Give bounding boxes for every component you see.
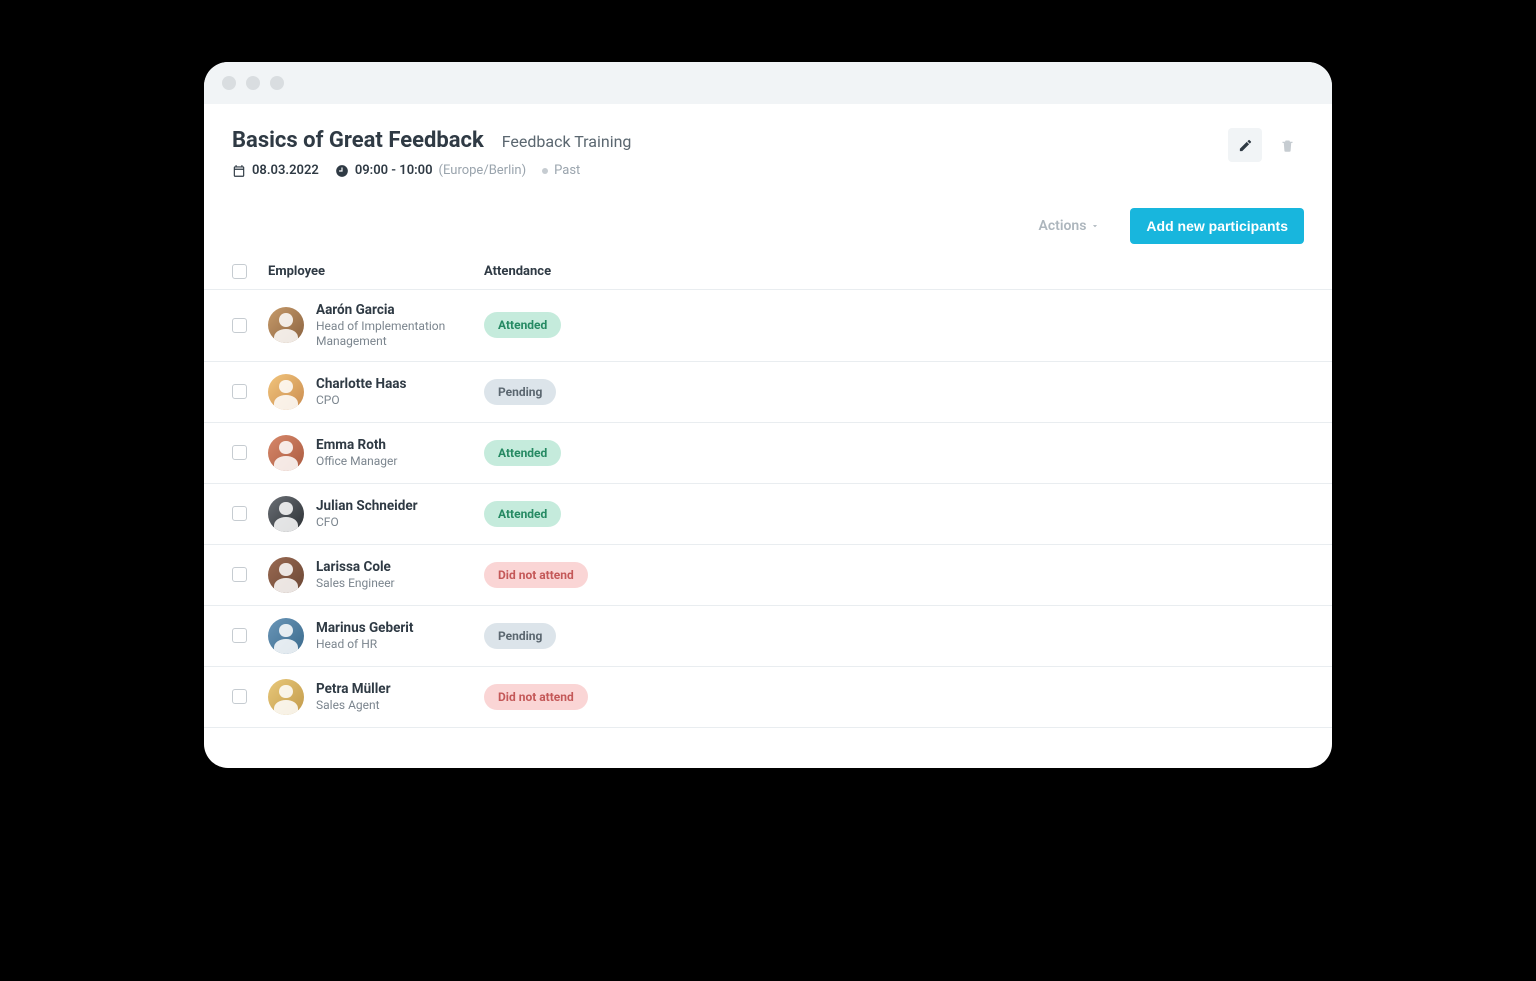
attendance-badge: Did not attend bbox=[484, 684, 588, 710]
employee-name: Larissa Cole bbox=[316, 559, 395, 576]
meta-date-value: 08.03.2022 bbox=[252, 163, 319, 178]
table-row: Julian SchneiderCFOAttended bbox=[204, 484, 1332, 545]
attendance-badge: Attended bbox=[484, 312, 561, 338]
attendance-badge: Attended bbox=[484, 501, 561, 527]
calendar-icon bbox=[232, 164, 246, 178]
employee-name: Aarón Garcia bbox=[316, 302, 484, 319]
column-header-attendance: Attendance bbox=[484, 264, 1304, 279]
meta-status-value: Past bbox=[554, 163, 580, 178]
delete-button[interactable] bbox=[1270, 128, 1304, 162]
employee-role: Sales Engineer bbox=[316, 576, 395, 591]
avatar bbox=[268, 618, 304, 654]
pencil-icon bbox=[1238, 138, 1253, 153]
meta-date: 08.03.2022 bbox=[232, 163, 319, 178]
window-control-close[interactable] bbox=[222, 76, 236, 90]
employee-name: Petra Müller bbox=[316, 681, 391, 698]
table-row: Charlotte HaasCPOPending bbox=[204, 362, 1332, 423]
employee-cell: Charlotte HaasCPO bbox=[268, 374, 484, 410]
content-area: Basics of Great Feedback Feedback Traini… bbox=[204, 104, 1332, 768]
add-participants-button[interactable]: Add new participants bbox=[1130, 208, 1304, 244]
employee-cell: Marinus GeberitHead of HR bbox=[268, 618, 484, 654]
edit-button[interactable] bbox=[1228, 128, 1262, 162]
table-row: Petra MüllerSales AgentDid not attend bbox=[204, 667, 1332, 728]
meta-status: Past bbox=[542, 163, 580, 178]
table-row: Marinus GeberitHead of HRPending bbox=[204, 606, 1332, 667]
employee-role: Head of HR bbox=[316, 637, 413, 652]
avatar bbox=[268, 435, 304, 471]
employee-name: Emma Roth bbox=[316, 437, 397, 454]
window-titlebar bbox=[204, 62, 1332, 104]
meta-time: 09:00 - 10:00 (Europe/Berlin) bbox=[335, 163, 526, 178]
actions-dropdown-label: Actions bbox=[1038, 218, 1086, 234]
page-header: Basics of Great Feedback Feedback Traini… bbox=[204, 128, 1332, 178]
row-checkbox[interactable] bbox=[232, 384, 247, 399]
employee-role: Sales Agent bbox=[316, 698, 391, 713]
avatar bbox=[268, 679, 304, 715]
row-checkbox[interactable] bbox=[232, 567, 247, 582]
page-subtitle: Feedback Training bbox=[502, 132, 632, 151]
window-control-minimize[interactable] bbox=[246, 76, 260, 90]
meta-timezone: (Europe/Berlin) bbox=[439, 163, 527, 178]
employee-name: Marinus Geberit bbox=[316, 620, 413, 637]
row-checkbox[interactable] bbox=[232, 445, 247, 460]
employee-cell: Emma RothOffice Manager bbox=[268, 435, 484, 471]
attendance-badge: Attended bbox=[484, 440, 561, 466]
avatar bbox=[268, 374, 304, 410]
avatar bbox=[268, 496, 304, 532]
employee-name: Julian Schneider bbox=[316, 498, 418, 515]
attendance-badge: Pending bbox=[484, 379, 556, 405]
employee-role: CFO bbox=[316, 515, 418, 530]
row-checkbox[interactable] bbox=[232, 318, 247, 333]
avatar bbox=[268, 557, 304, 593]
employee-role: Office Manager bbox=[316, 454, 397, 469]
app-window: Basics of Great Feedback Feedback Traini… bbox=[204, 62, 1332, 768]
row-checkbox[interactable] bbox=[232, 506, 247, 521]
actions-dropdown[interactable]: Actions bbox=[1028, 210, 1110, 242]
attendance-badge: Did not attend bbox=[484, 562, 588, 588]
attendance-badge: Pending bbox=[484, 623, 556, 649]
header-actions bbox=[1228, 128, 1304, 162]
trash-icon bbox=[1280, 138, 1295, 153]
row-checkbox[interactable] bbox=[232, 628, 247, 643]
title-row: Basics of Great Feedback Feedback Traini… bbox=[232, 128, 1228, 153]
meta-row: 08.03.2022 09:00 - 10:00 (Europe/Berlin)… bbox=[232, 163, 1228, 178]
window-control-maximize[interactable] bbox=[270, 76, 284, 90]
page-title: Basics of Great Feedback bbox=[232, 128, 484, 153]
status-bullet-icon bbox=[542, 168, 548, 174]
employee-cell: Petra MüllerSales Agent bbox=[268, 679, 484, 715]
employee-cell: Julian SchneiderCFO bbox=[268, 496, 484, 532]
table-row: Emma RothOffice ManagerAttended bbox=[204, 423, 1332, 484]
employee-role: CPO bbox=[316, 393, 406, 408]
table-row: Aarón GarciaHead of Implementation Manag… bbox=[204, 290, 1332, 362]
meta-time-value: 09:00 - 10:00 bbox=[355, 163, 433, 178]
table-row: Larissa ColeSales EngineerDid not attend bbox=[204, 545, 1332, 606]
employee-name: Charlotte Haas bbox=[316, 376, 406, 393]
avatar bbox=[268, 307, 304, 343]
row-checkbox[interactable] bbox=[232, 689, 247, 704]
select-all-checkbox[interactable] bbox=[232, 264, 247, 279]
toolbar: Actions Add new participants bbox=[204, 178, 1332, 256]
employee-cell: Aarón GarciaHead of Implementation Manag… bbox=[268, 302, 484, 349]
chevron-down-icon bbox=[1090, 221, 1100, 231]
employee-cell: Larissa ColeSales Engineer bbox=[268, 557, 484, 593]
column-header-employee: Employee bbox=[268, 264, 484, 279]
employee-role: Head of Implementation Management bbox=[316, 319, 484, 349]
header-left: Basics of Great Feedback Feedback Traini… bbox=[232, 128, 1228, 178]
table-header-row: Employee Attendance bbox=[204, 256, 1332, 290]
clock-icon bbox=[335, 164, 349, 178]
table-body: Aarón GarciaHead of Implementation Manag… bbox=[204, 290, 1332, 728]
